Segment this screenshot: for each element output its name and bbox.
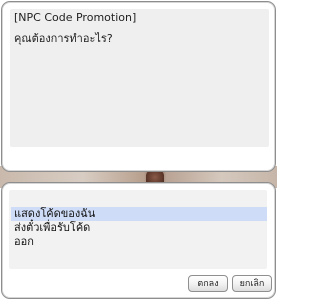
- npc-message-window: [NPC Code Promotion] คุณต้องการทำอะไร?: [1, 1, 276, 172]
- npc-question-line: คุณต้องการทำอะไร?: [14, 32, 113, 45]
- menu-item-send-ticket[interactable]: ส่งตั๋วเพื่อรับโค้ด: [11, 221, 267, 235]
- cancel-button[interactable]: ยกเลิก: [232, 275, 272, 292]
- menu-item-exit[interactable]: ออก: [11, 235, 267, 249]
- menu-panel: แสดงโค้ดของฉัน ส่งตั๋วเพื่อรับโค้ด ออก: [9, 190, 267, 269]
- ok-button[interactable]: ตกลง: [188, 275, 228, 292]
- menu-item-show-my-code[interactable]: แสดงโค้ดของฉัน: [11, 207, 267, 221]
- npc-message-panel: [NPC Code Promotion] คุณต้องการทำอะไร?: [10, 9, 269, 147]
- menu-list: แสดงโค้ดของฉัน ส่งตั๋วเพื่อรับโค้ด ออก: [11, 207, 267, 249]
- npc-name-line: [NPC Code Promotion]: [14, 11, 137, 24]
- game-screen: [NPC Code Promotion] คุณต้องการทำอะไร? แ…: [0, 0, 277, 299]
